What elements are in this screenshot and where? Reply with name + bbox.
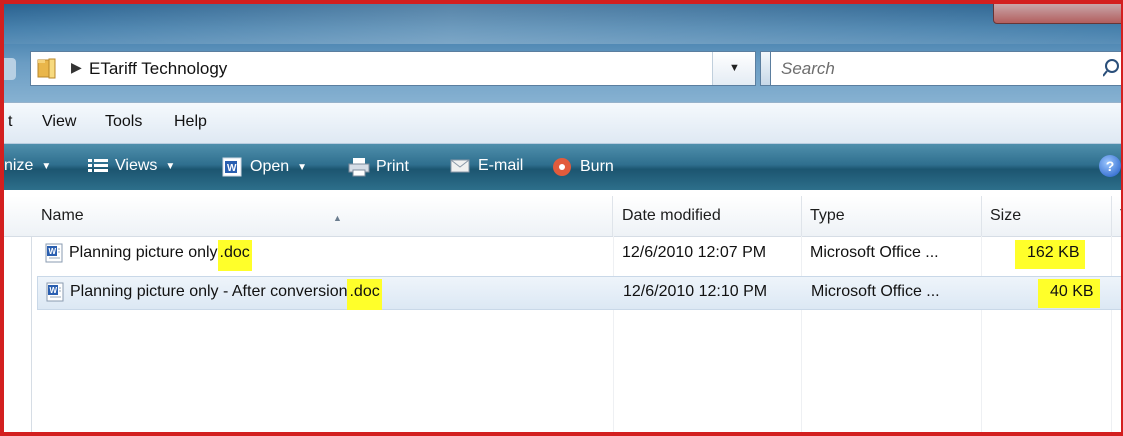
chevron-down-icon: ▼ [41, 160, 52, 172]
column-header-size[interactable]: Size [982, 196, 1112, 236]
menu-bar: t View Tools Help [4, 102, 1121, 144]
svg-text:W: W [50, 286, 58, 295]
word-document-icon: W [45, 243, 63, 263]
explorer-window: ▶ ETariff Technology ▼ t View Tools Help… [0, 0, 1123, 436]
chevron-down-icon: ▼ [165, 160, 176, 172]
file-name: Planning picture only - After conversion… [70, 279, 382, 310]
email-button[interactable]: E-mail [450, 157, 523, 175]
menu-item-help[interactable]: Help [174, 113, 207, 131]
menu-item-view[interactable]: View [42, 113, 76, 131]
menu-item-tools[interactable]: Tools [105, 113, 142, 131]
views-button[interactable]: Views ▼ [88, 157, 175, 175]
command-bar: nize ▼ Views ▼ W Open ▼ Print E-mail Bur… [4, 144, 1121, 190]
svg-text:W: W [227, 163, 237, 174]
column-header-row: Name ▲ Date modified Type Size T [4, 196, 1121, 237]
open-button[interactable]: W Open ▼ [222, 157, 307, 177]
file-type: Microsoft Office ... [811, 283, 940, 300]
back-button[interactable] [4, 58, 16, 80]
folder-icon [37, 58, 56, 79]
window-controls[interactable] [993, 4, 1121, 24]
print-label: Print [376, 158, 409, 175]
file-row[interactable]: W Planning picture only .doc 12/6/2010 12… [37, 238, 1121, 272]
breadcrumb-chevron-icon[interactable]: ▶ [71, 59, 82, 76]
column-header-type[interactable]: Type [802, 196, 982, 236]
search-input[interactable] [779, 57, 1083, 81]
address-dropdown-button[interactable]: ▼ [712, 52, 755, 85]
file-date: 12/6/2010 12:07 PM [622, 244, 767, 261]
file-name-base: Planning picture only - After conversion [70, 283, 348, 300]
column-header-name[interactable]: Name ▲ [33, 196, 613, 236]
burn-label: Burn [580, 158, 614, 175]
chevron-down-icon: ▼ [729, 62, 740, 74]
address-row: ▶ ETariff Technology ▼ [4, 48, 1121, 88]
column-name-label: Name [41, 207, 84, 224]
file-name-base: Planning picture only [69, 244, 218, 261]
print-button[interactable]: Print [348, 157, 409, 177]
sort-ascending-icon: ▲ [333, 213, 342, 223]
file-date: 12/6/2010 12:10 PM [623, 283, 768, 300]
svg-text:W: W [49, 247, 57, 256]
printer-icon [348, 158, 370, 177]
word-document-icon: W [46, 282, 64, 302]
column-header-date[interactable]: Date modified [614, 196, 802, 236]
file-size-highlight: 162 KB [1015, 240, 1086, 269]
organize-label: nize [4, 157, 34, 174]
file-type: Microsoft Office ... [810, 244, 939, 261]
file-size: 40 KB [1038, 279, 1100, 308]
word-icon: W [222, 157, 242, 177]
file-extension-highlight: .doc [217, 240, 252, 271]
file-row-selected[interactable]: W Planning picture only - After conversi… [37, 276, 1121, 310]
search-icon[interactable] [1103, 58, 1123, 78]
file-size-highlight: 40 KB [1038, 279, 1100, 308]
views-label: Views [115, 157, 158, 174]
breadcrumb[interactable]: ETariff Technology [89, 59, 227, 79]
search-box[interactable] [770, 51, 1123, 86]
organize-button[interactable]: nize ▼ [4, 157, 51, 175]
file-size: 162 KB [1015, 240, 1086, 269]
column-header-tags[interactable]: T [1112, 196, 1121, 236]
menu-item-truncated[interactable]: t [8, 113, 12, 131]
email-label: E-mail [478, 157, 524, 174]
disc-burn-icon [553, 158, 571, 176]
file-name: Planning picture only .doc [69, 240, 252, 271]
open-label: Open [250, 158, 290, 175]
help-icon[interactable]: ? [1099, 155, 1121, 177]
views-icon [88, 159, 108, 172]
burn-button[interactable]: Burn [552, 157, 614, 177]
chevron-down-icon: ▼ [297, 161, 308, 173]
address-bar[interactable]: ▶ ETariff Technology ▼ [30, 51, 756, 86]
file-extension-highlight: .doc [347, 279, 382, 310]
envelope-icon [450, 159, 470, 173]
